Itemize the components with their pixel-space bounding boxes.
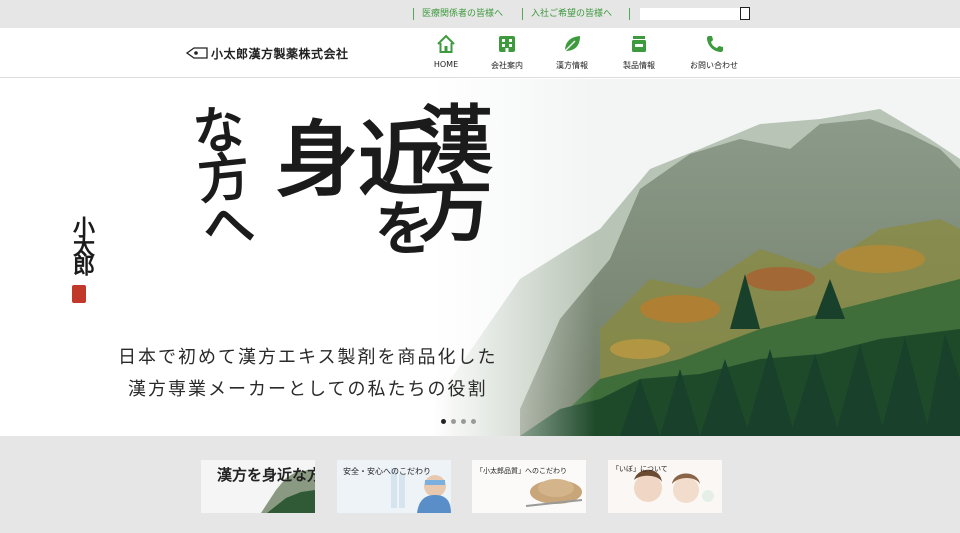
slide-thumbnails: 漢方を身近な方へ 安全・安心へのこだわり 「小太郎品質」へのこだわり <box>0 436 960 533</box>
search-button[interactable] <box>740 7 750 20</box>
hero-tagline-line2: 漢方専業メーカーとしての私たちの役割 <box>128 379 488 400</box>
slider-dot-2[interactable] <box>451 419 456 424</box>
thumbnail-3[interactable]: 「小太郎品質」へのこだわり <box>472 460 586 513</box>
nav-home[interactable]: HOME <box>413 34 479 69</box>
nav-kampo-info-label: 漢方情報 <box>556 61 588 70</box>
hero-signature: 小太郎 <box>69 216 95 273</box>
nav-company-label: 会社案内 <box>491 61 523 70</box>
thumbnail-2-title: 安全・安心へのこだわり <box>343 467 431 476</box>
home-icon <box>437 34 455 53</box>
nav-home-label: HOME <box>433 60 459 69</box>
thumbnail-2[interactable]: 安全・安心へのこだわり <box>337 460 451 513</box>
product-icon <box>632 36 646 52</box>
divider <box>629 8 630 20</box>
site-header: 小太郎漢方製薬株式会社 HOME 会社案内 漢方情報 製品情報 お問い合わせ <box>0 28 960 78</box>
thumbnail-1[interactable]: 漢方を身近な方へ <box>201 460 315 513</box>
link-recruitment[interactable]: 入社ご希望の皆様へ <box>522 8 612 20</box>
slider-pagination <box>441 419 476 424</box>
logo-mark-icon <box>186 47 208 59</box>
thumbnail-4[interactable]: 「いぼ」について <box>608 460 722 513</box>
thumbnail-3-title: 「小太郎品質」へのこだわり <box>476 467 567 475</box>
company-logo[interactable]: 小太郎漢方製薬株式会社 <box>186 45 349 61</box>
hero-slider[interactable]: 漢方 を 身近 な方へ 小太郎 日本で初めて漢方エキス製剤を商品化した 漢方専業… <box>0 79 960 436</box>
search-input[interactable] <box>640 8 750 20</box>
nav-kampo-info[interactable]: 漢方情報 <box>539 34 605 71</box>
slider-dot-1[interactable] <box>441 419 446 424</box>
nav-company[interactable]: 会社案内 <box>474 34 540 71</box>
nav-contact-label: お問い合わせ <box>690 61 738 70</box>
hero-calligraphy-mijika: 身近 <box>276 112 441 208</box>
red-seal-stamp <box>72 285 86 303</box>
phone-icon <box>707 36 723 52</box>
hero-calligraphy-nakatahe: な方へ <box>180 100 257 250</box>
top-utility-bar: 医療関係者の皆様へ 入社ご希望の皆様へ <box>0 0 960 28</box>
thumbnail-4-title: 「いぼ」について <box>612 465 668 473</box>
nav-products-label: 製品情報 <box>623 61 655 70</box>
building-icon <box>499 36 515 52</box>
thumbnail-1-title: 漢方を身近な方へ <box>217 466 315 484</box>
link-medical-professionals[interactable]: 医療関係者の皆様へ <box>413 8 503 20</box>
nav-products[interactable]: 製品情報 <box>606 34 672 71</box>
company-name: 小太郎漢方製薬株式会社 <box>211 46 349 61</box>
nav-contact[interactable]: お問い合わせ <box>681 34 747 71</box>
slider-dot-4[interactable] <box>471 419 476 424</box>
slider-dot-3[interactable] <box>461 419 466 424</box>
hero-tagline-line1: 日本で初めて漢方エキス製剤を商品化した <box>118 347 498 368</box>
leaf-icon <box>564 36 580 52</box>
